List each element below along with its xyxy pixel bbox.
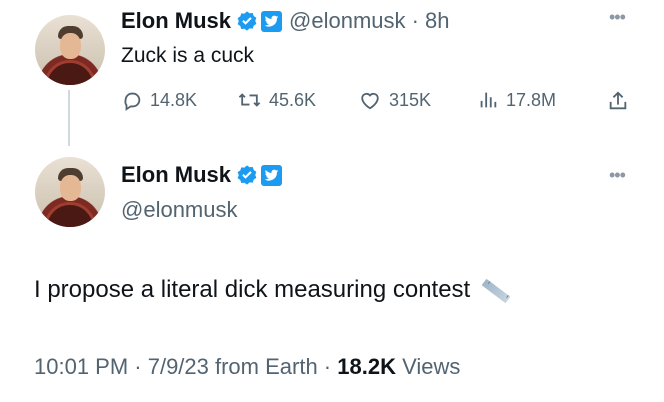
like-button[interactable]: 315K [358, 89, 431, 111]
handle[interactable]: @elonmusk [121, 197, 238, 223]
timestamp[interactable]: 10:01 PM · 7/9/23 from Earth · [34, 354, 337, 379]
like-count: 315K [389, 89, 432, 110]
tweet-text-content: I propose a literal dick measuring conte… [34, 276, 471, 303]
reply-header: Elon Musk @elonmusk · 8h [121, 7, 450, 35]
thread-line [68, 90, 70, 146]
tweet-metadata: 10:01 PM · 7/9/23 from Earth · 18.2K Vie… [34, 354, 460, 380]
views-icon [480, 92, 497, 108]
verified-icon [237, 165, 257, 185]
ruler-emoji [481, 278, 511, 303]
display-name[interactable]: Elon Musk [121, 162, 231, 188]
like-icon [361, 92, 379, 110]
share-button[interactable] [607, 90, 636, 112]
views-button[interactable]: 17.8M [477, 89, 556, 111]
reply-count: 14.8K [150, 89, 198, 110]
views-total: 18.2K [337, 354, 396, 379]
tweet-header: Elon Musk [121, 161, 283, 189]
views-label: Views [395, 354, 461, 379]
action-bar: 14.8K 45.6K 315K 17.8M [121, 85, 641, 119]
more-options-icon[interactable]: ••• [609, 165, 626, 186]
tweet-text: I propose a literal dick measuring conte… [34, 276, 511, 304]
affiliate-icon [261, 10, 283, 32]
handle-time[interactable]: @elonmusk · 8h [289, 8, 450, 34]
retweet-count: 45.6K [269, 89, 317, 110]
retweet-button[interactable]: 45.6K [237, 89, 316, 111]
share-icon [609, 91, 627, 110]
reply-icon [124, 92, 141, 111]
reply-button[interactable]: 14.8K [121, 89, 197, 111]
avatar[interactable] [35, 15, 105, 85]
avatar-body [44, 202, 96, 227]
verified-icon [237, 11, 257, 31]
reply-text: Zuck is a cuck [121, 44, 255, 67]
more-options-icon[interactable]: ••• [609, 7, 626, 28]
avatar-body [44, 60, 96, 85]
avatar-face [60, 175, 81, 201]
views-count: 17.8M [506, 89, 557, 110]
retweet-icon [238, 93, 261, 107]
affiliate-icon [261, 164, 283, 186]
display-name[interactable]: Elon Musk [121, 8, 231, 34]
avatar-face [60, 33, 81, 59]
avatar[interactable] [35, 157, 105, 227]
